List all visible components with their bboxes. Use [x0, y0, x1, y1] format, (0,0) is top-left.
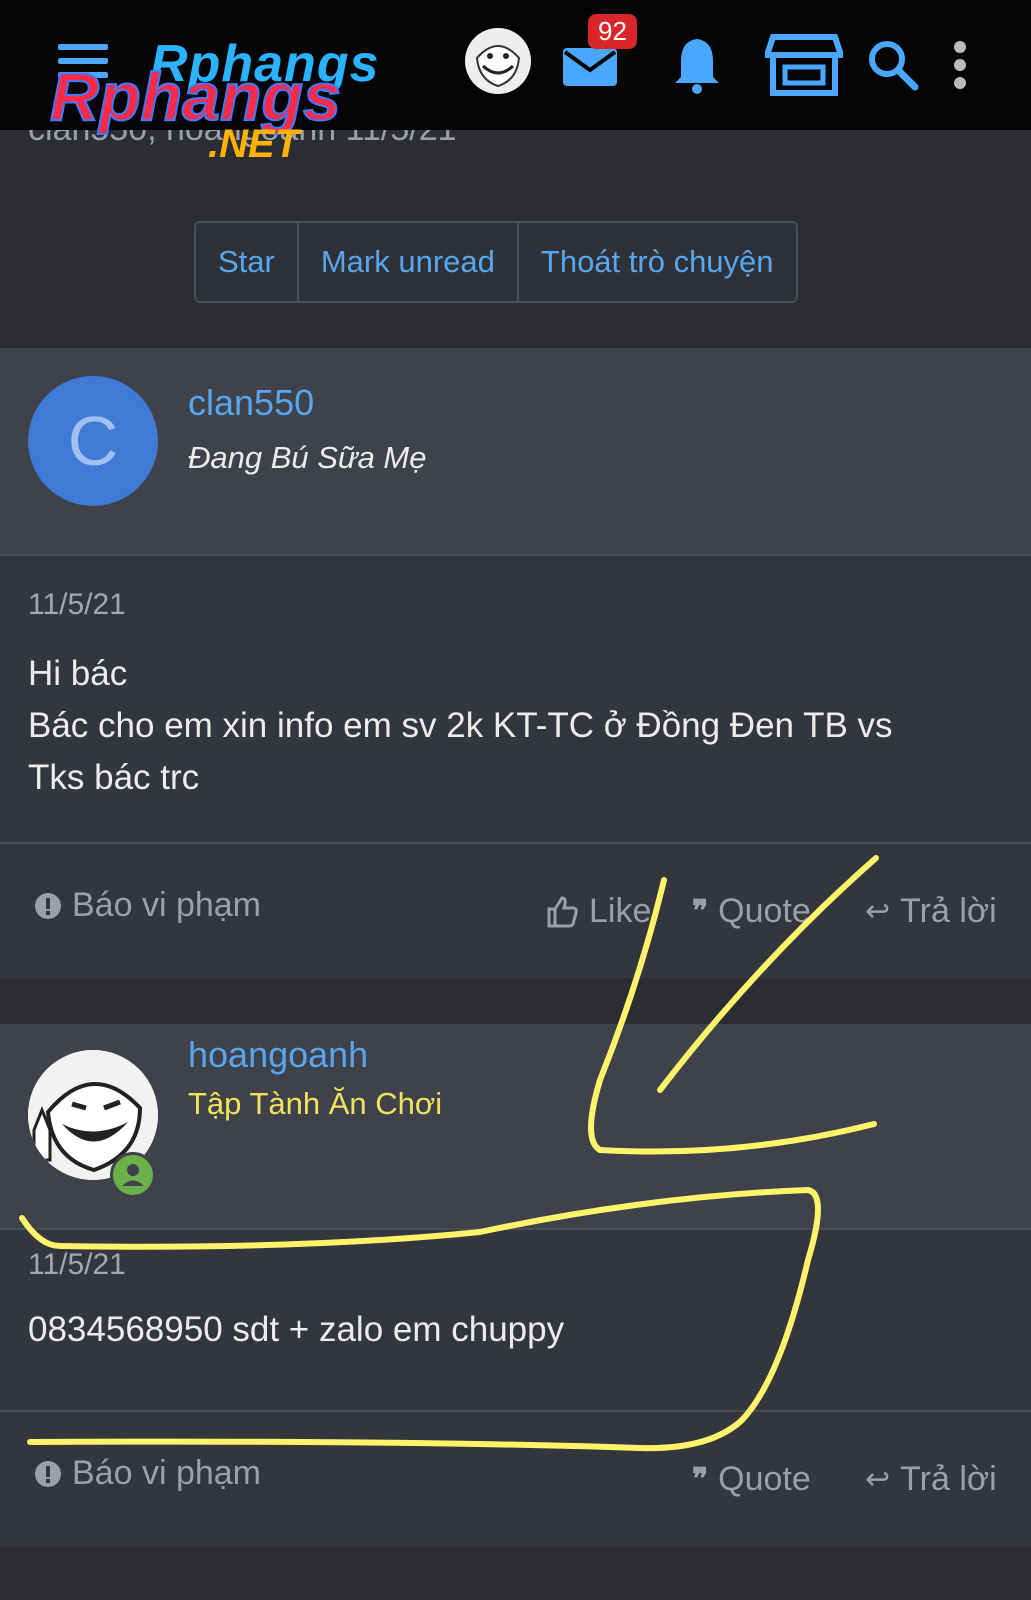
alert-icon: [35, 1460, 61, 1487]
reply-label: Trả lời: [900, 1460, 997, 1498]
store-icon[interactable]: [764, 30, 844, 100]
report-button[interactable]: Báo vi phạm: [34, 1454, 261, 1493]
message-2: hoangoanh Tập Tành Ăn Chơi 11/5/21 08345…: [0, 1024, 1031, 1546]
quote-button[interactable]: ❞ Quote: [692, 892, 811, 931]
reply-icon: ↩: [865, 1463, 891, 1496]
star-button[interactable]: Star: [196, 223, 299, 301]
username[interactable]: clan550: [188, 382, 314, 424]
alert-icon: [35, 892, 61, 919]
conversation-actions: Star Mark unread Thoát trò chuyện: [194, 221, 798, 303]
thumbs-up-icon: [547, 895, 578, 927]
site-logo[interactable]: Rphangs Rphangs .NET: [49, 30, 410, 170]
message-body: 0834568950 sdt + zalo em chuppy: [28, 1304, 564, 1356]
message-line: 0834568950 sdt + zalo em chuppy: [28, 1310, 565, 1349]
reply-button[interactable]: ↩ Trả lời: [865, 1460, 997, 1499]
report-label: Báo vi phạm: [72, 886, 261, 924]
quote-icon: ❞: [692, 895, 709, 928]
online-status-icon: [110, 1152, 156, 1198]
quote-button[interactable]: ❞ Quote: [692, 1460, 811, 1499]
report-label: Báo vi phạm: [72, 1454, 261, 1492]
report-button[interactable]: Báo vi phạm: [34, 886, 261, 925]
reply-icon: ↩: [865, 895, 891, 928]
message-line: Bác cho em xin info em sv 2k KT-TC ở Đồn…: [28, 706, 893, 745]
message-line: Hi bác: [28, 654, 128, 693]
bell-icon[interactable]: [662, 30, 732, 100]
user-title: Tập Tành Ăn Chơi: [188, 1086, 443, 1121]
divider: [0, 1410, 1031, 1412]
logo-suffix-text: .NET: [208, 122, 300, 166]
message-1: C clan550 Đang Bú Sữa Mẹ 11/5/21 Hi bác …: [0, 348, 1031, 978]
reply-label: Trả lời: [900, 892, 997, 930]
user-title: Đang Bú Sữa Mẹ: [188, 440, 427, 475]
leave-conversation-button[interactable]: Thoát trò chuyện: [519, 223, 796, 301]
avatar[interactable]: C: [28, 376, 158, 506]
inbox-badge: 92: [588, 14, 637, 49]
like-button[interactable]: Like: [545, 892, 651, 931]
message-date: 11/5/21: [28, 588, 126, 621]
divider: [0, 842, 1031, 844]
top-navigation-bar: Rphangs Rphangs .NET 92: [0, 0, 1031, 166]
message-1-header: C clan550 Đang Bú Sữa Mẹ: [0, 348, 1031, 556]
quote-label: Quote: [718, 892, 811, 930]
message-2-header: hoangoanh Tập Tành Ăn Chơi: [0, 1024, 1031, 1230]
quote-label: Quote: [718, 1460, 811, 1498]
like-label: Like: [589, 892, 652, 930]
mark-unread-button[interactable]: Mark unread: [299, 223, 519, 301]
reply-button[interactable]: ↩ Trả lời: [865, 892, 997, 931]
search-icon[interactable]: [858, 30, 928, 100]
message-body: Hi bác Bác cho em xin info em sv 2k KT-T…: [28, 648, 893, 804]
account-avatar[interactable]: [465, 28, 531, 94]
avatar-letter: C: [67, 402, 119, 480]
message-date: 11/5/21: [28, 1248, 126, 1281]
username[interactable]: hoangoanh: [188, 1034, 368, 1076]
quote-icon: ❞: [692, 1463, 709, 1496]
more-options-icon[interactable]: [940, 30, 980, 100]
message-line: Tks bác trc: [28, 758, 200, 797]
